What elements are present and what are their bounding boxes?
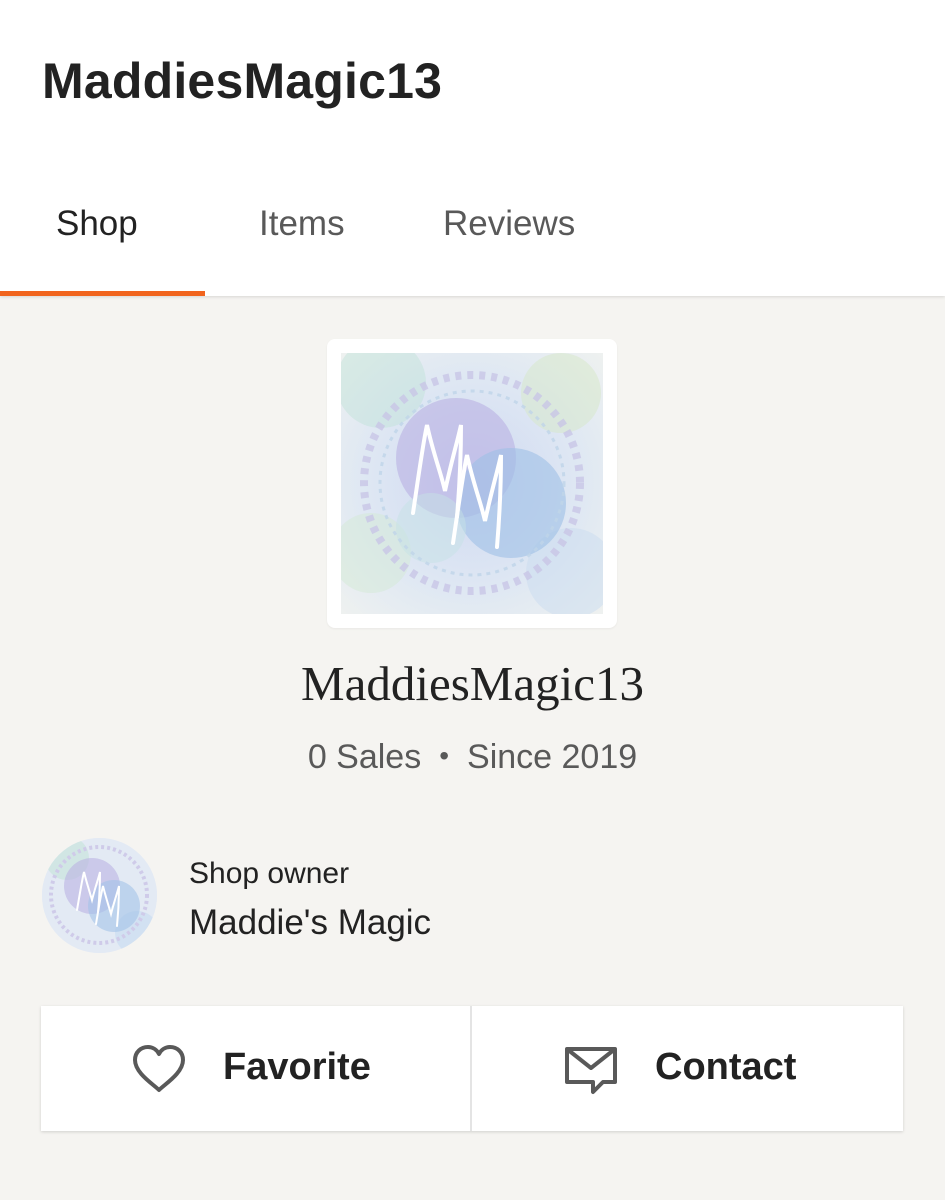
owner-avatar-watercolor-icon	[42, 838, 157, 953]
page-title: MaddiesMagic13	[42, 53, 443, 109]
contact-label: Contact	[655, 1046, 797, 1088]
tab-reviews[interactable]: Reviews	[443, 204, 575, 274]
avatar[interactable]	[42, 838, 157, 953]
message-envelope-icon	[565, 1047, 617, 1094]
shop-name: MaddiesMagic13	[301, 656, 644, 711]
sales-count: 0 Sales	[307, 738, 422, 776]
contact-button[interactable]: Contact	[472, 1006, 901, 1131]
favorite-label: Favorite	[223, 1046, 371, 1088]
tab-items[interactable]: Items	[259, 204, 345, 274]
action-bar: Favorite Contact	[41, 1006, 903, 1131]
since-year: Since 2019	[467, 738, 638, 776]
owner-name[interactable]: Maddie's Magic	[189, 903, 431, 943]
separator-dot: •	[439, 740, 450, 771]
shop-logo-mm-watercolor-icon	[341, 353, 603, 614]
owner-label: Shop owner	[189, 857, 350, 890]
tab-shop[interactable]: Shop	[56, 204, 138, 274]
shop-logo-image	[341, 353, 603, 614]
top-bar: MaddiesMagic13 Shop Items Reviews	[0, 0, 945, 296]
favorite-button[interactable]: Favorite	[41, 1006, 470, 1131]
shop-logo[interactable]	[327, 339, 617, 628]
shop-stats: 0 Sales • Since 2019	[0, 738, 945, 777]
heart-outline-icon	[133, 1045, 185, 1092]
active-tab-indicator	[0, 291, 205, 296]
tab-bar: Shop Items Reviews	[0, 196, 945, 296]
